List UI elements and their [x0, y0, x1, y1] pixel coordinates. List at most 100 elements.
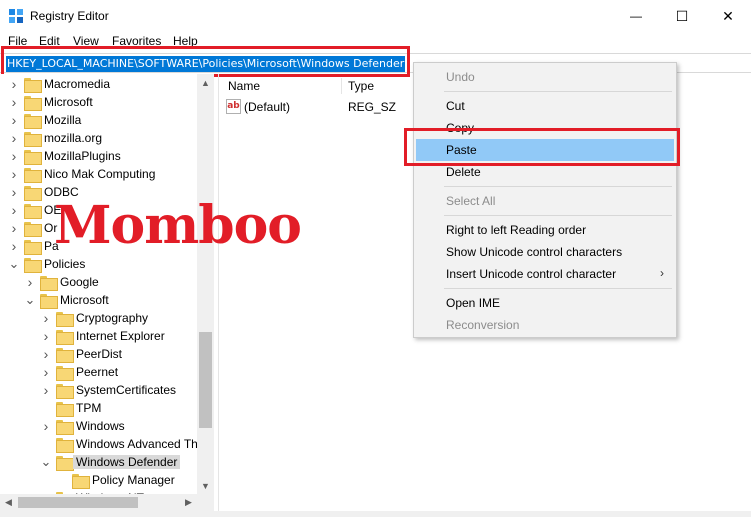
- value-name: (Default): [244, 100, 291, 114]
- scroll-down-icon[interactable]: ▼: [197, 477, 214, 494]
- tree-item-label: Cryptography: [76, 311, 149, 325]
- context-menu: Undo Cut Copy Paste Delete Select All Right to…: [413, 62, 677, 338]
- chevron-right-icon[interactable]: ›: [24, 273, 36, 291]
- folder-icon: [56, 420, 74, 435]
- folder-icon: [56, 456, 74, 471]
- context-menu-item-insert-unicode-control-character[interactable]: Insert Unicode control character ›: [416, 263, 674, 285]
- context-menu-item-undo: Undo: [416, 66, 674, 88]
- context-menu-item-select-all: Select All: [416, 190, 674, 212]
- folder-icon: [24, 186, 42, 201]
- tree-item[interactable]: › Peernet: [0, 363, 197, 381]
- chevron-right-icon[interactable]: ›: [8, 129, 20, 147]
- column-separator[interactable]: [341, 78, 342, 94]
- tree-item[interactable]: › Cryptography: [0, 309, 197, 327]
- registry-icon: [9, 9, 23, 23]
- tree-item-label: MozillaPlugins: [44, 149, 121, 163]
- scroll-thumb[interactable]: [199, 332, 212, 428]
- scroll-up-icon[interactable]: ▲: [197, 74, 214, 91]
- chevron-right-icon[interactable]: ›: [40, 327, 52, 345]
- key-tree[interactable]: › Macromedia › Microsoft › Mozilla › mozilla.or…: [0, 74, 214, 494]
- folder-icon: [56, 402, 74, 417]
- context-menu-item-label: Right to left Reading order: [446, 223, 587, 237]
- context-menu-item-open-ime[interactable]: Open IME: [416, 292, 674, 314]
- minimize-button[interactable]: —: [613, 0, 659, 32]
- close-button[interactable]: ✕: [705, 0, 751, 32]
- folder-icon: [24, 132, 42, 147]
- chevron-down-icon[interactable]: ⌄: [24, 291, 36, 309]
- context-menu-item-label: Cut: [446, 99, 465, 113]
- chevron-right-icon[interactable]: ›: [8, 75, 20, 93]
- tree-item-label: SystemCertificates: [76, 383, 177, 397]
- context-menu-item-cut[interactable]: Cut: [416, 95, 674, 117]
- menu-separator: [444, 186, 672, 187]
- tree-item[interactable]: › mozilla.org: [0, 129, 197, 147]
- chevron-right-icon[interactable]: ›: [40, 381, 52, 399]
- context-menu-item-right-to-left-reading-order[interactable]: Right to left Reading order: [416, 219, 674, 241]
- context-menu-item-show-unicode-control-characters[interactable]: Show Unicode control characters: [416, 241, 674, 263]
- maximize-icon: ☐: [675, 7, 689, 24]
- tree-item[interactable]: › PeerDist: [0, 345, 197, 363]
- tree-item[interactable]: › Windows: [0, 417, 197, 435]
- tree-item[interactable]: › SystemCertificates: [0, 381, 197, 399]
- column-type-header[interactable]: Type: [348, 76, 374, 96]
- folder-icon: [40, 276, 58, 291]
- value-type: REG_SZ: [348, 100, 397, 114]
- context-menu-item-label: Select All: [446, 194, 496, 208]
- chevron-down-icon[interactable]: ⌄: [8, 255, 20, 273]
- string-value-icon: ab: [226, 99, 241, 114]
- chevron-right-icon[interactable]: ›: [8, 237, 20, 255]
- chevron-right-icon[interactable]: ›: [40, 309, 52, 327]
- tree-item[interactable]: › Mozilla: [0, 111, 197, 129]
- folder-icon: [40, 294, 58, 309]
- chevron-right-icon[interactable]: ›: [8, 201, 20, 219]
- context-menu-item-reconversion: Reconversion: [416, 314, 674, 336]
- context-menu-item-label: Open IME: [446, 296, 501, 310]
- tree-item[interactable]: ⌄ Policies: [0, 255, 197, 273]
- chevron-right-icon[interactable]: ›: [8, 111, 20, 129]
- tree-item-label: Nico Mak Computing: [44, 167, 156, 181]
- chevron-right-icon[interactable]: ›: [8, 147, 20, 165]
- tree-item-label: Windows: [76, 419, 125, 433]
- hscroll-thumb[interactable]: [18, 497, 138, 508]
- tree-item[interactable]: › Nico Mak Computing: [0, 165, 197, 183]
- chevron-right-icon[interactable]: ›: [40, 345, 52, 363]
- pane-splitter[interactable]: [218, 74, 219, 511]
- tree-item[interactable]: › Internet Explorer: [0, 327, 197, 345]
- chevron-right-icon[interactable]: ›: [40, 363, 52, 381]
- column-name-header[interactable]: Name: [228, 76, 260, 96]
- close-icon: ✕: [722, 7, 734, 24]
- chevron-right-icon[interactable]: ›: [8, 219, 20, 237]
- chevron-right-icon[interactable]: ›: [8, 93, 20, 111]
- tree-item[interactable]: Policy Manager: [0, 471, 197, 489]
- context-menu-item-label: Insert Unicode control character: [446, 267, 617, 281]
- tree-item-label: Policies: [44, 257, 86, 271]
- menu-separator: [444, 91, 672, 92]
- tree-horizontal-scrollbar[interactable]: ◀ ▶: [0, 494, 214, 511]
- context-menu-item-label: Reconversion: [446, 318, 520, 332]
- tree-item[interactable]: ⌄ Microsoft: [0, 291, 197, 309]
- chevron-right-icon[interactable]: ›: [8, 165, 20, 183]
- tree-item[interactable]: TPM: [0, 399, 197, 417]
- folder-icon: [56, 330, 74, 345]
- menu-separator: [444, 215, 672, 216]
- chevron-right-icon[interactable]: ›: [40, 417, 52, 435]
- scroll-right-icon[interactable]: ▶: [180, 494, 197, 511]
- tree-item[interactable]: › MozillaPlugins: [0, 147, 197, 165]
- folder-icon: [24, 78, 42, 93]
- status-bar: [0, 511, 751, 517]
- tree-item[interactable]: › Microsoft: [0, 93, 197, 111]
- tree-item[interactable]: Windows Advanced Th: [0, 435, 198, 453]
- chevron-right-icon[interactable]: ›: [8, 183, 20, 201]
- menu-separator: [444, 288, 672, 289]
- chevron-down-icon[interactable]: ⌄: [40, 453, 52, 471]
- maximize-button[interactable]: ☐: [659, 0, 705, 32]
- tree-item[interactable]: › Macromedia: [0, 75, 197, 93]
- scroll-left-icon[interactable]: ◀: [0, 494, 17, 511]
- tree-item-label: Macromedia: [44, 77, 111, 91]
- tree-item[interactable]: ⌄ Windows Defender: [0, 453, 197, 471]
- folder-icon: [56, 312, 74, 327]
- tree-item[interactable]: › Google: [0, 273, 197, 291]
- folder-icon: [72, 474, 90, 489]
- tree-vertical-scrollbar[interactable]: ▲ ▼: [197, 74, 214, 494]
- folder-icon: [24, 240, 42, 255]
